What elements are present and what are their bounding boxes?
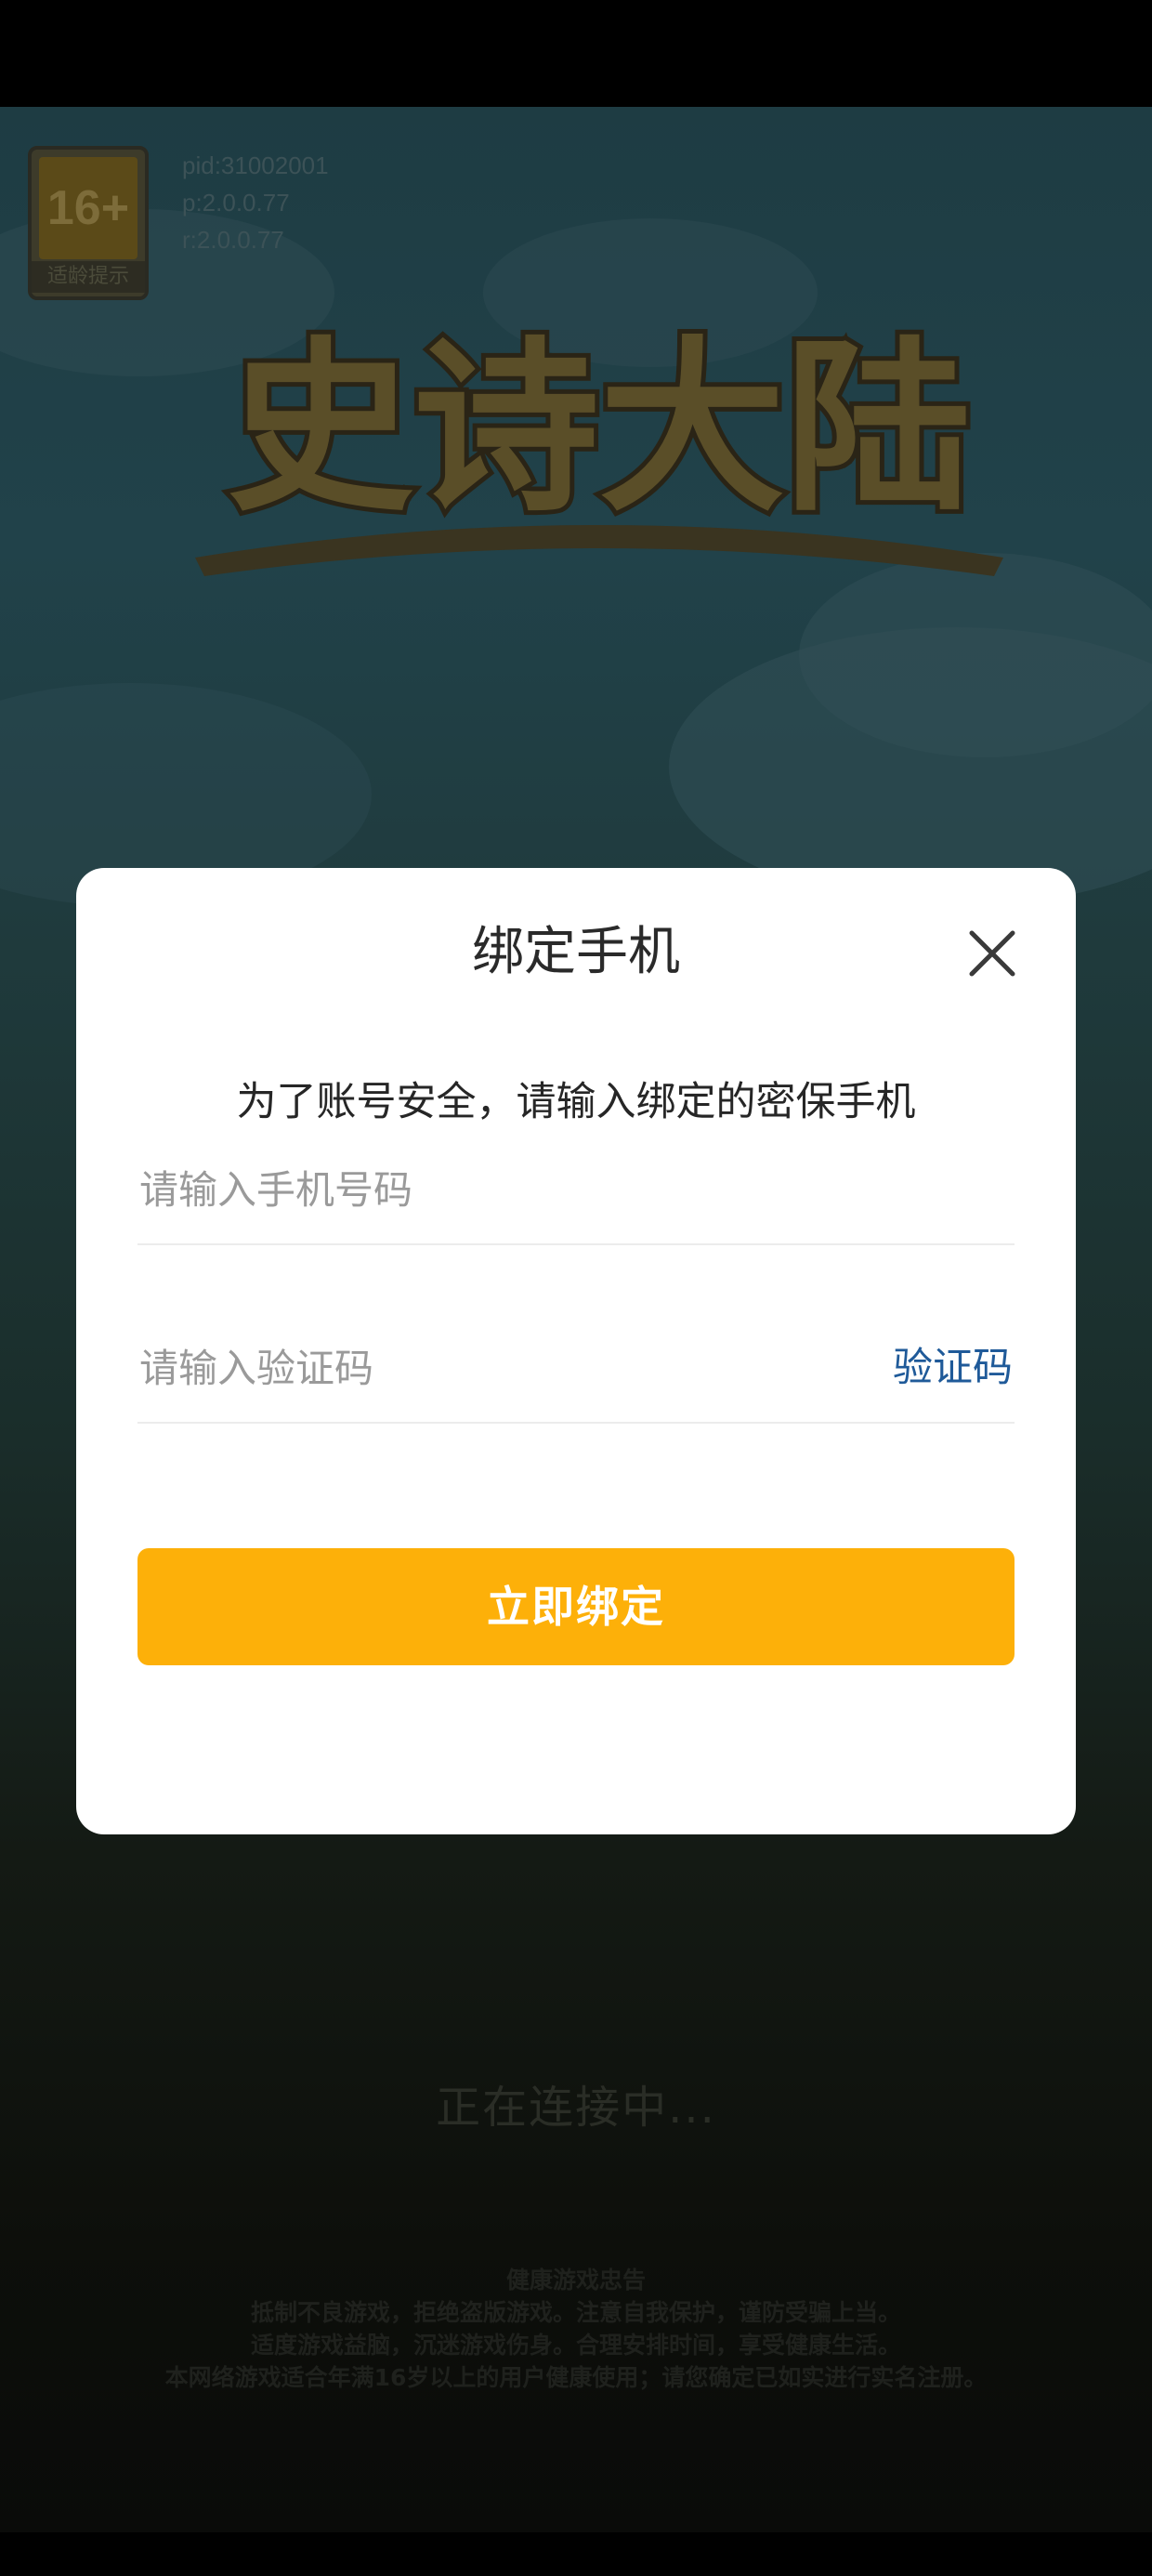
game-logo-text: 史诗大陆 bbox=[228, 321, 971, 537]
health-notice-line: 抵制不良游戏，拒绝盗版游戏。注意自我保护，谨防受骗上当。 bbox=[250, 2299, 901, 2326]
phone-input[interactable] bbox=[137, 1134, 1015, 1245]
build-p-version: p:2.0.0.77 bbox=[182, 189, 290, 217]
close-button[interactable] bbox=[964, 926, 1020, 981]
health-notice-line: 适度游戏益脑，沉迷游戏伤身。合理安排时间，享受健康生活。 bbox=[250, 2332, 901, 2359]
build-info: pid:31002001 p:2.0.0.77 r:2.0.0.77 bbox=[182, 147, 329, 258]
age-rating-label: 16+ bbox=[39, 157, 137, 259]
close-icon bbox=[969, 930, 1015, 977]
phone-field-row bbox=[137, 1134, 1015, 1245]
health-notice-title: 健康游戏忠告 bbox=[505, 2267, 646, 2293]
health-notice-line: 本网络游戏适合年满16岁以上的用户健康使用；请您确定已如实进行实名注册。 bbox=[164, 2364, 988, 2391]
age-rating-caption: 适龄提示 bbox=[32, 261, 145, 293]
bind-phone-dialog: 绑定手机 为了账号安全，请输入绑定的密保手机 验证码 立即绑定 bbox=[76, 868, 1076, 1834]
screen: 16+ 适龄提示 pid:31002001 p:2.0.0.77 r:2.0.0… bbox=[0, 0, 1152, 2576]
build-r-version: r:2.0.0.77 bbox=[182, 226, 284, 254]
get-code-button[interactable]: 验证码 bbox=[893, 1312, 1013, 1424]
code-field-row: 验证码 bbox=[137, 1312, 1015, 1424]
game-logo: 史诗大陆 bbox=[195, 316, 1003, 576]
dialog-subtitle: 为了账号安全，请输入绑定的密保手机 bbox=[236, 1079, 916, 1125]
bottom-bar bbox=[0, 2532, 1152, 2576]
health-notice: 健康游戏忠告 抵制不良游戏，拒绝盗版游戏。注意自我保护，谨防受骗上当。 适度游戏… bbox=[0, 2264, 1152, 2394]
build-pid: pid:31002001 bbox=[182, 151, 329, 179]
connecting-status: 正在连接中... bbox=[436, 2082, 716, 2134]
verification-code-input[interactable] bbox=[137, 1312, 825, 1424]
bind-now-button[interactable]: 立即绑定 bbox=[137, 1548, 1015, 1665]
dialog-title: 绑定手机 bbox=[472, 922, 680, 982]
age-rating-badge: 16+ 适龄提示 bbox=[28, 146, 149, 300]
